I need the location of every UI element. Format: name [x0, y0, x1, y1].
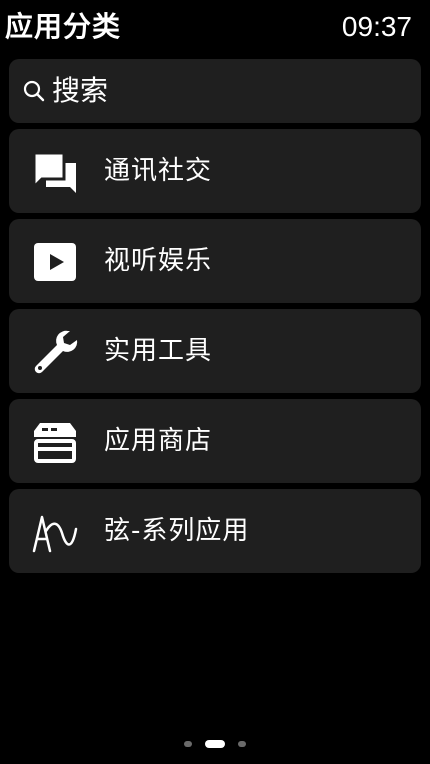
- chat-bubbles-icon: [30, 147, 80, 197]
- search-bar[interactable]: 搜索: [9, 59, 421, 123]
- category-item-tools[interactable]: 实用工具: [9, 309, 421, 393]
- page-title: 应用分类: [5, 10, 122, 43]
- page-dot-active: [205, 740, 225, 748]
- category-item-media[interactable]: 视听娱乐: [9, 219, 421, 303]
- search-icon: [23, 80, 45, 102]
- category-item-social[interactable]: 通讯社交: [9, 129, 421, 213]
- category-list: 通讯社交 视听娱乐 实用工具 应用商店 弦-系列应用: [9, 129, 421, 579]
- category-label: 实用工具: [104, 336, 213, 366]
- category-label: 视听娱乐: [104, 246, 213, 276]
- category-label: 应用商店: [104, 426, 213, 456]
- waveform-icon: [30, 507, 80, 557]
- play-icon: [30, 237, 80, 287]
- page-dot: [238, 741, 246, 747]
- category-label: 通讯社交: [104, 156, 213, 186]
- status-header: 应用分类 09:37: [0, 0, 430, 56]
- category-item-xian-series[interactable]: 弦-系列应用: [9, 489, 421, 573]
- page-dot: [184, 741, 192, 747]
- category-item-store[interactable]: 应用商店: [9, 399, 421, 483]
- store-icon: [30, 417, 80, 467]
- page-indicator: [0, 739, 430, 749]
- category-label: 弦-系列应用: [104, 516, 250, 546]
- wrench-icon: [30, 327, 80, 377]
- clock: 09:37: [341, 11, 412, 42]
- search-label: 搜索: [52, 74, 109, 107]
